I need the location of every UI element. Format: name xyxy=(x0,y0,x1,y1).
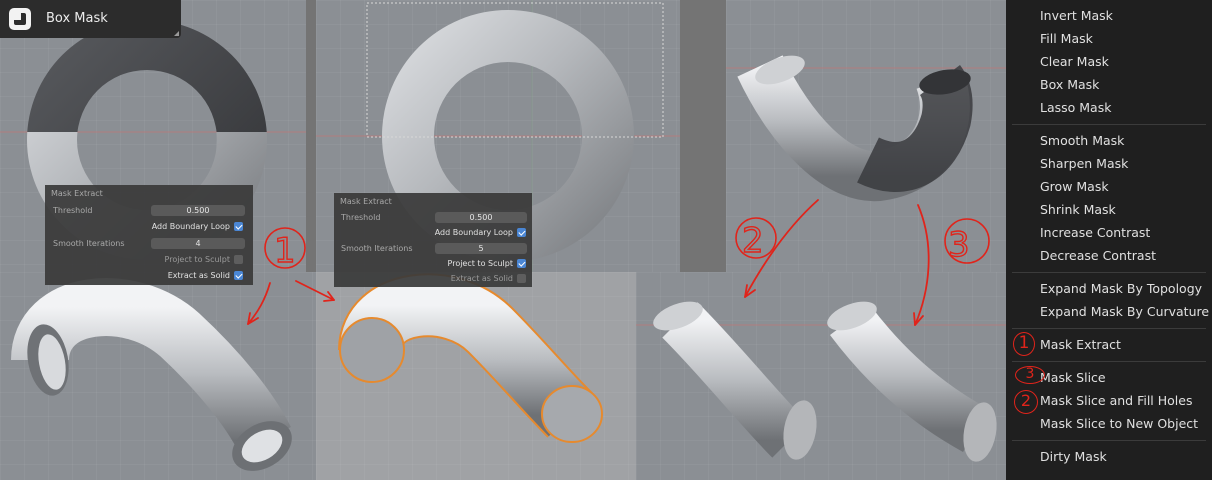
extract-as-solid-checkbox[interactable] xyxy=(234,271,243,280)
project-to-sculpt-checkbox[interactable] xyxy=(517,259,526,268)
menu-separator xyxy=(1012,440,1206,441)
smooth-iterations-label: Smooth Iterations xyxy=(53,239,125,248)
extract-as-solid-row[interactable]: Extract as Solid xyxy=(451,274,526,283)
menu-item-mask-slice-to-new-object[interactable]: Mask Slice to New Object xyxy=(1040,416,1198,431)
menu-marker-one: 1 xyxy=(1013,332,1035,356)
menu-item-clear-mask[interactable]: Clear Mask xyxy=(1040,54,1109,69)
threshold-label: Threshold xyxy=(53,206,93,215)
corner-triangle-icon xyxy=(174,31,179,36)
menu-item-dirty-mask[interactable]: Dirty Mask xyxy=(1040,449,1107,464)
project-to-sculpt-label: Project to Sculpt xyxy=(164,255,230,264)
box-mask-tool-icon xyxy=(9,8,31,30)
smooth-iterations-field[interactable]: 4 xyxy=(151,238,245,249)
extract-as-solid-label: Extract as Solid xyxy=(167,271,230,280)
menu-item-expand-mask-by-curvature[interactable]: Expand Mask By Curvature xyxy=(1040,304,1209,319)
add-boundary-loop-checkbox[interactable] xyxy=(517,228,526,237)
threshold-label: Threshold xyxy=(341,213,381,222)
mask-extract-panel-1: Mask Extract Threshold 0.500 Add Boundar… xyxy=(45,185,253,285)
menu-separator xyxy=(1012,124,1206,125)
tool-title: Box Mask xyxy=(46,11,108,26)
add-boundary-loop-label: Add Boundary Loop xyxy=(151,222,230,231)
menu-item-box-mask[interactable]: Box Mask xyxy=(1040,77,1099,92)
menu-separator xyxy=(1012,328,1206,329)
panel-title: Mask Extract xyxy=(51,189,103,198)
menu-item-lasso-mask[interactable]: Lasso Mask xyxy=(1040,100,1111,115)
add-boundary-loop-label: Add Boundary Loop xyxy=(434,228,513,237)
mask-extract-panel-2: Mask Extract Threshold 0.500 Add Boundar… xyxy=(334,193,532,287)
menu-separator xyxy=(1012,272,1206,273)
mask-menu: Invert Mask Fill Mask Clear Mask Box Mas… xyxy=(1006,0,1212,480)
smooth-iterations-label: Smooth Iterations xyxy=(341,244,413,253)
menu-item-fill-mask[interactable]: Fill Mask xyxy=(1040,31,1093,46)
threshold-field[interactable]: 0.500 xyxy=(435,212,527,223)
menu-item-increase-contrast[interactable]: Increase Contrast xyxy=(1040,225,1150,240)
menu-item-grow-mask[interactable]: Grow Mask xyxy=(1040,179,1109,194)
project-to-sculpt-row[interactable]: Project to Sculpt xyxy=(448,259,526,268)
menu-item-decrease-contrast[interactable]: Decrease Contrast xyxy=(1040,248,1156,263)
menu-item-mask-extract[interactable]: Mask Extract xyxy=(1040,337,1121,352)
project-to-sculpt-checkbox[interactable] xyxy=(234,255,243,264)
active-tool-header[interactable]: Box Mask xyxy=(0,0,181,38)
extract-as-solid-row[interactable]: Extract as Solid xyxy=(168,271,243,280)
panel-title: Mask Extract xyxy=(340,197,392,206)
menu-marker-two: 2 xyxy=(1014,390,1038,414)
marker-number: 2 xyxy=(1020,391,1032,410)
add-boundary-loop-row[interactable]: Add Boundary Loop xyxy=(435,228,526,237)
smooth-iterations-field[interactable]: 5 xyxy=(435,243,527,254)
project-to-sculpt-label: Project to Sculpt xyxy=(447,259,513,268)
project-to-sculpt-row[interactable]: Project to Sculpt xyxy=(165,255,243,264)
annotation-one: 1 xyxy=(274,231,296,271)
menu-marker-three: 3 xyxy=(1015,366,1045,384)
extract-as-solid-checkbox[interactable] xyxy=(517,274,526,283)
marker-number: 3 xyxy=(1025,366,1035,382)
menu-item-sharpen-mask[interactable]: Sharpen Mask xyxy=(1040,156,1128,171)
menu-item-mask-slice[interactable]: Mask Slice xyxy=(1040,370,1106,385)
menu-item-shrink-mask[interactable]: Shrink Mask xyxy=(1040,202,1116,217)
add-boundary-loop-checkbox[interactable] xyxy=(234,222,243,231)
menu-item-smooth-mask[interactable]: Smooth Mask xyxy=(1040,133,1124,148)
marker-number: 1 xyxy=(1018,333,1030,353)
add-boundary-loop-row[interactable]: Add Boundary Loop xyxy=(152,222,243,231)
menu-item-mask-slice-and-fill-holes[interactable]: Mask Slice and Fill Holes xyxy=(1040,393,1192,408)
menu-item-expand-mask-by-topology[interactable]: Expand Mask By Topology xyxy=(1040,281,1202,296)
menu-item-invert-mask[interactable]: Invert Mask xyxy=(1040,8,1113,23)
annotation-three: 3 xyxy=(948,225,970,265)
menu-separator xyxy=(1012,361,1206,362)
threshold-field[interactable]: 0.500 xyxy=(151,205,245,216)
extract-as-solid-label: Extract as Solid xyxy=(450,274,513,283)
